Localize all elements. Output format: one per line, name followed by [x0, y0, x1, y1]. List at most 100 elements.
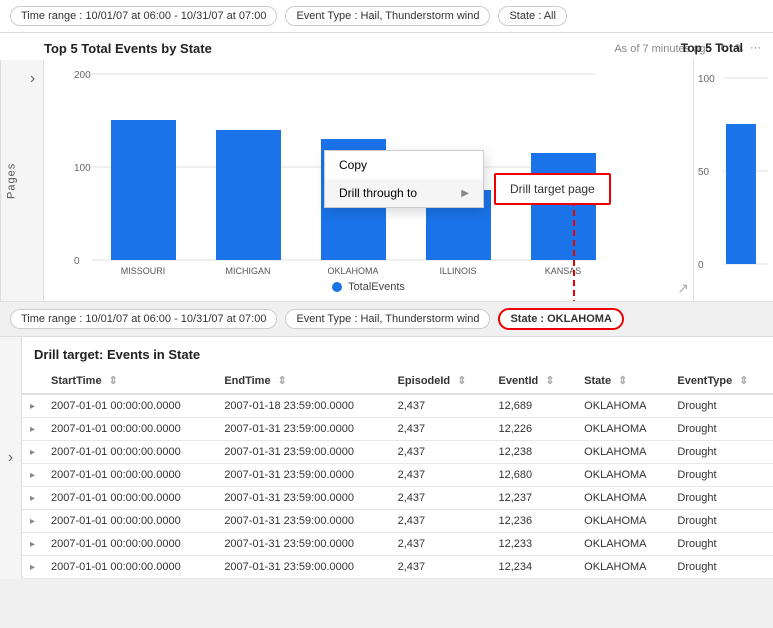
cell-starttime: 2007-01-01 00:00:00.0000 [43, 487, 216, 510]
bottom-event-type-pill[interactable]: Event Type : Hail, Thunderstorm wind [285, 309, 490, 329]
y-label-0: 0 [74, 256, 80, 267]
cell-episodeid: 2,437 [390, 556, 491, 579]
cell-state: OKLAHOMA [576, 464, 669, 487]
bottom-time-range-pill[interactable]: Time range : 10/01/07 at 06:00 - 10/31/0… [10, 309, 277, 329]
cell-eventtype: Drought [669, 394, 773, 418]
svg-text:OKLAHOMA: OKLAHOMA [327, 266, 378, 274]
cell-eventtype: Drought [669, 533, 773, 556]
cell-eventid: 12,680 [491, 464, 577, 487]
state-pill[interactable]: State : All [498, 6, 566, 26]
cell-state: OKLAHOMA [576, 394, 669, 418]
row-expand-btn[interactable]: ▸ [22, 394, 43, 418]
cell-eventid: 12,226 [491, 418, 577, 441]
cell-endtime: 2007-01-31 23:59:00.0000 [216, 441, 389, 464]
y-label-200: 200 [74, 70, 91, 81]
cell-episodeid: 2,437 [390, 441, 491, 464]
cell-state: OKLAHOMA [576, 533, 669, 556]
sort-endtime-icon[interactable]: ⇕ [278, 375, 287, 387]
page-nav-left-arrow-2[interactable]: › [0, 337, 22, 579]
cell-eventtype: Drought [669, 510, 773, 533]
cell-episodeid: 2,437 [390, 487, 491, 510]
cell-eventtype: Drought [669, 441, 773, 464]
cell-state: OKLAHOMA [576, 418, 669, 441]
row-expand-btn[interactable]: ▸ [22, 533, 43, 556]
col-starttime-header[interactable]: StartTime ⇕ [43, 368, 216, 394]
context-menu: Copy Drill through to ▶ [324, 150, 484, 208]
chart-expand-icon[interactable]: ↗ [677, 280, 689, 297]
row-expand-btn[interactable]: ▸ [22, 441, 43, 464]
cell-endtime: 2007-01-31 23:59:00.0000 [216, 556, 389, 579]
submenu-arrow-icon: ▶ [461, 188, 469, 199]
row-expand-btn[interactable]: ▸ [22, 556, 43, 579]
cell-eventid: 12,237 [491, 487, 577, 510]
cell-state: OKLAHOMA [576, 510, 669, 533]
bar-missouri[interactable] [111, 120, 176, 260]
col-eventtype-header[interactable]: EventType ⇕ [669, 368, 773, 394]
chart-area: Pages › 200 100 0 MISSOURI [0, 60, 773, 301]
time-range-pill[interactable]: Time range : 10/01/07 at 06:00 - 10/31/0… [10, 6, 277, 26]
cell-eventtype: Drought [669, 464, 773, 487]
cell-starttime: 2007-01-01 00:00:00.0000 [43, 533, 216, 556]
copy-label: Copy [339, 158, 367, 172]
table-row[interactable]: ▸ 2007-01-01 00:00:00.0000 2007-01-31 23… [22, 556, 773, 579]
cell-starttime: 2007-01-01 00:00:00.0000 [43, 556, 216, 579]
top-filter-bar: Time range : 10/01/07 at 06:00 - 10/31/0… [0, 0, 773, 33]
cell-state: OKLAHOMA [576, 487, 669, 510]
chart-header: Top 5 Total Events by State As of 7 minu… [0, 33, 773, 60]
row-expand-btn[interactable]: ▸ [22, 418, 43, 441]
svg-text:ILLINOIS: ILLINOIS [439, 266, 476, 274]
bar-kansas[interactable] [531, 153, 596, 260]
table-header-row: StartTime ⇕ EndTime ⇕ EpisodeId ⇕ EventI… [22, 368, 773, 394]
col-eventid-header[interactable]: EventId ⇕ [491, 368, 577, 394]
col-episodeid-header[interactable]: EpisodeId ⇕ [390, 368, 491, 394]
table-section-inner: Drill target: Events in State StartTime … [22, 337, 773, 579]
more-icon[interactable]: ··· [750, 42, 761, 55]
table-row[interactable]: ▸ 2007-01-01 00:00:00.0000 2007-01-31 23… [22, 487, 773, 510]
cell-endtime: 2007-01-18 23:59:00.0000 [216, 394, 389, 418]
row-expand-btn[interactable]: ▸ [22, 510, 43, 533]
cell-eventtype: Drought [669, 418, 773, 441]
cell-eventid: 12,233 [491, 533, 577, 556]
row-expand-btn[interactable]: ▸ [22, 464, 43, 487]
cell-starttime: 2007-01-01 00:00:00.0000 [43, 510, 216, 533]
svg-text:100: 100 [698, 74, 715, 85]
drill-target-box[interactable]: Drill target page [494, 173, 611, 205]
table-row[interactable]: ▸ 2007-01-01 00:00:00.0000 2007-01-31 23… [22, 533, 773, 556]
bar-michigan[interactable] [216, 130, 281, 260]
context-menu-drill[interactable]: Drill through to ▶ [325, 179, 483, 207]
chart-section: Top 5 Total Events by State As of 7 minu… [0, 33, 773, 302]
sort-starttime-icon[interactable]: ⇕ [109, 375, 118, 387]
legend-label: TotalEvents [348, 281, 405, 293]
cell-starttime: 2007-01-01 00:00:00.0000 [43, 394, 216, 418]
col-expand-header [22, 368, 43, 394]
cell-endtime: 2007-01-31 23:59:00.0000 [216, 487, 389, 510]
y-label-100: 100 [74, 163, 91, 174]
cell-endtime: 2007-01-31 23:59:00.0000 [216, 418, 389, 441]
cell-starttime: 2007-01-01 00:00:00.0000 [43, 441, 216, 464]
col-endtime-header[interactable]: EndTime ⇕ [216, 368, 389, 394]
right-chart-title: Top 5 Total [681, 41, 743, 55]
cell-episodeid: 2,437 [390, 510, 491, 533]
cell-starttime: 2007-01-01 00:00:00.0000 [43, 418, 216, 441]
sort-episodeid-icon[interactable]: ⇕ [457, 375, 466, 387]
table-row[interactable]: ▸ 2007-01-01 00:00:00.0000 2007-01-18 23… [22, 394, 773, 418]
cell-eventtype: Drought [669, 487, 773, 510]
table-row[interactable]: ▸ 2007-01-01 00:00:00.0000 2007-01-31 23… [22, 418, 773, 441]
col-state-header[interactable]: State ⇕ [576, 368, 669, 394]
table-row[interactable]: ▸ 2007-01-01 00:00:00.0000 2007-01-31 23… [22, 510, 773, 533]
table-row[interactable]: ▸ 2007-01-01 00:00:00.0000 2007-01-31 23… [22, 464, 773, 487]
event-type-pill[interactable]: Event Type : Hail, Thunderstorm wind [285, 6, 490, 26]
context-menu-copy[interactable]: Copy [325, 151, 483, 179]
bottom-state-pill[interactable]: State : OKLAHOMA [498, 308, 623, 330]
sort-eventtype-icon[interactable]: ⇕ [739, 375, 748, 387]
cell-endtime: 2007-01-31 23:59:00.0000 [216, 510, 389, 533]
row-expand-btn[interactable]: ▸ [22, 487, 43, 510]
page-nav-left-arrow[interactable]: › [22, 60, 44, 301]
table-row[interactable]: ▸ 2007-01-01 00:00:00.0000 2007-01-31 23… [22, 441, 773, 464]
cell-endtime: 2007-01-31 23:59:00.0000 [216, 533, 389, 556]
sort-state-icon[interactable]: ⇕ [618, 375, 627, 387]
drill-target-section: › Drill target: Events in State StartTim… [0, 337, 773, 579]
drill-table: StartTime ⇕ EndTime ⇕ EpisodeId ⇕ EventI… [22, 368, 773, 579]
svg-text:MISSOURI: MISSOURI [121, 266, 166, 274]
sort-eventid-icon[interactable]: ⇕ [545, 375, 554, 387]
